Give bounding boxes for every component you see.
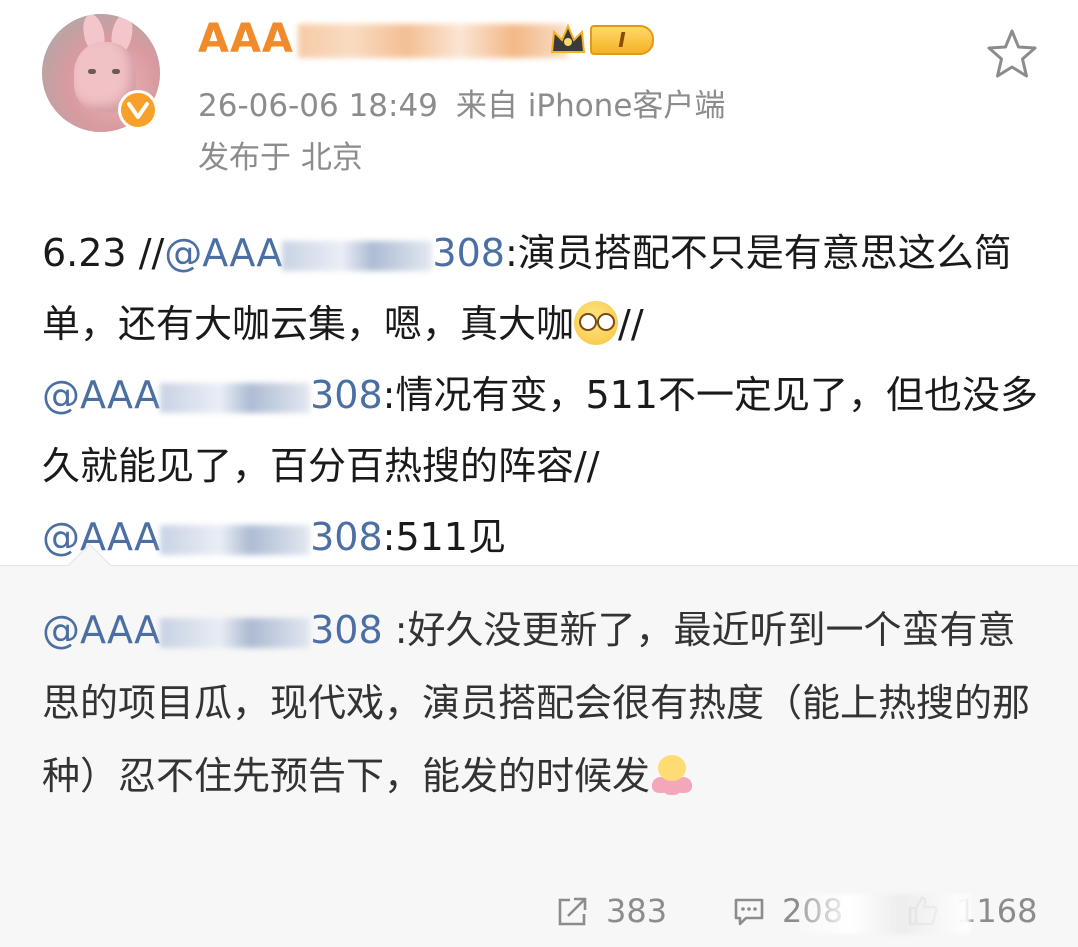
mention-link[interactable]: @AAA 308 xyxy=(42,608,383,652)
post-card: AAA I 26-06-06 18:49 来自 iPhone客户端 发布于 北京 … xyxy=(0,0,1078,565)
mention-redaction xyxy=(160,617,311,648)
mention-text[interactable]: @AAA xyxy=(164,231,282,275)
source-prefix: 来自 xyxy=(455,88,518,124)
share-button[interactable]: 383 xyxy=(556,881,667,941)
repost-content: @AAA 308 :好久没更新了，最近听到一个蛮有意思的项目瓜，现代戏，演员搭配会… xyxy=(42,594,1042,813)
mention-redaction xyxy=(160,382,311,413)
share-count: 383 xyxy=(606,892,668,930)
mention-redaction xyxy=(282,240,433,271)
level-badge[interactable]: I xyxy=(548,22,660,58)
mention-text[interactable]: 308 xyxy=(310,608,383,652)
mention-link[interactable]: @AAA 308 xyxy=(42,373,383,417)
reposted-original[interactable]: @AAA 308 :好久没更新了，最近听到一个蛮有意思的项目瓜，现代戏，演员搭配会… xyxy=(0,543,1078,947)
username[interactable]: AAA xyxy=(198,14,568,64)
location: 发布于 北京 xyxy=(198,140,363,176)
comment-icon xyxy=(734,898,764,926)
favorite-star-icon[interactable] xyxy=(984,26,1040,82)
verified-badge-icon xyxy=(118,90,158,130)
content-text: // xyxy=(618,302,644,346)
timestamp: 26-06-06 18:49 xyxy=(198,88,438,124)
crown-icon xyxy=(550,23,586,53)
post-content: 6.23 //@AAA 308:演员搭配不只是有意思这么简单，还有大咖云集，嗯，真… xyxy=(42,218,1042,573)
watermark-blur xyxy=(800,894,970,934)
mention-text[interactable]: 308 xyxy=(310,515,383,559)
mention-text[interactable]: @AAA xyxy=(42,515,160,559)
username-redaction xyxy=(297,24,568,58)
share-icon xyxy=(558,897,587,926)
mention-text[interactable]: 308 xyxy=(432,231,505,275)
content-text: :511见 xyxy=(382,515,506,559)
source: iPhone客户端 xyxy=(527,88,726,124)
mention-text[interactable]: @AAA xyxy=(42,608,160,652)
nerd-glasses-emoji-icon xyxy=(574,301,619,345)
username-text[interactable]: AAA xyxy=(198,16,294,62)
level-tag: I xyxy=(590,25,654,55)
mention-text[interactable]: 308 xyxy=(310,373,383,417)
content-text: 6.23 // xyxy=(42,231,165,275)
mention-redaction xyxy=(160,524,311,555)
lotus-emoji-icon xyxy=(650,753,694,797)
mention-text[interactable]: @AAA xyxy=(42,373,160,417)
post-meta: 26-06-06 18:49 来自 iPhone客户端 xyxy=(198,80,725,125)
mention-link[interactable]: @AAA 308 xyxy=(164,231,505,275)
